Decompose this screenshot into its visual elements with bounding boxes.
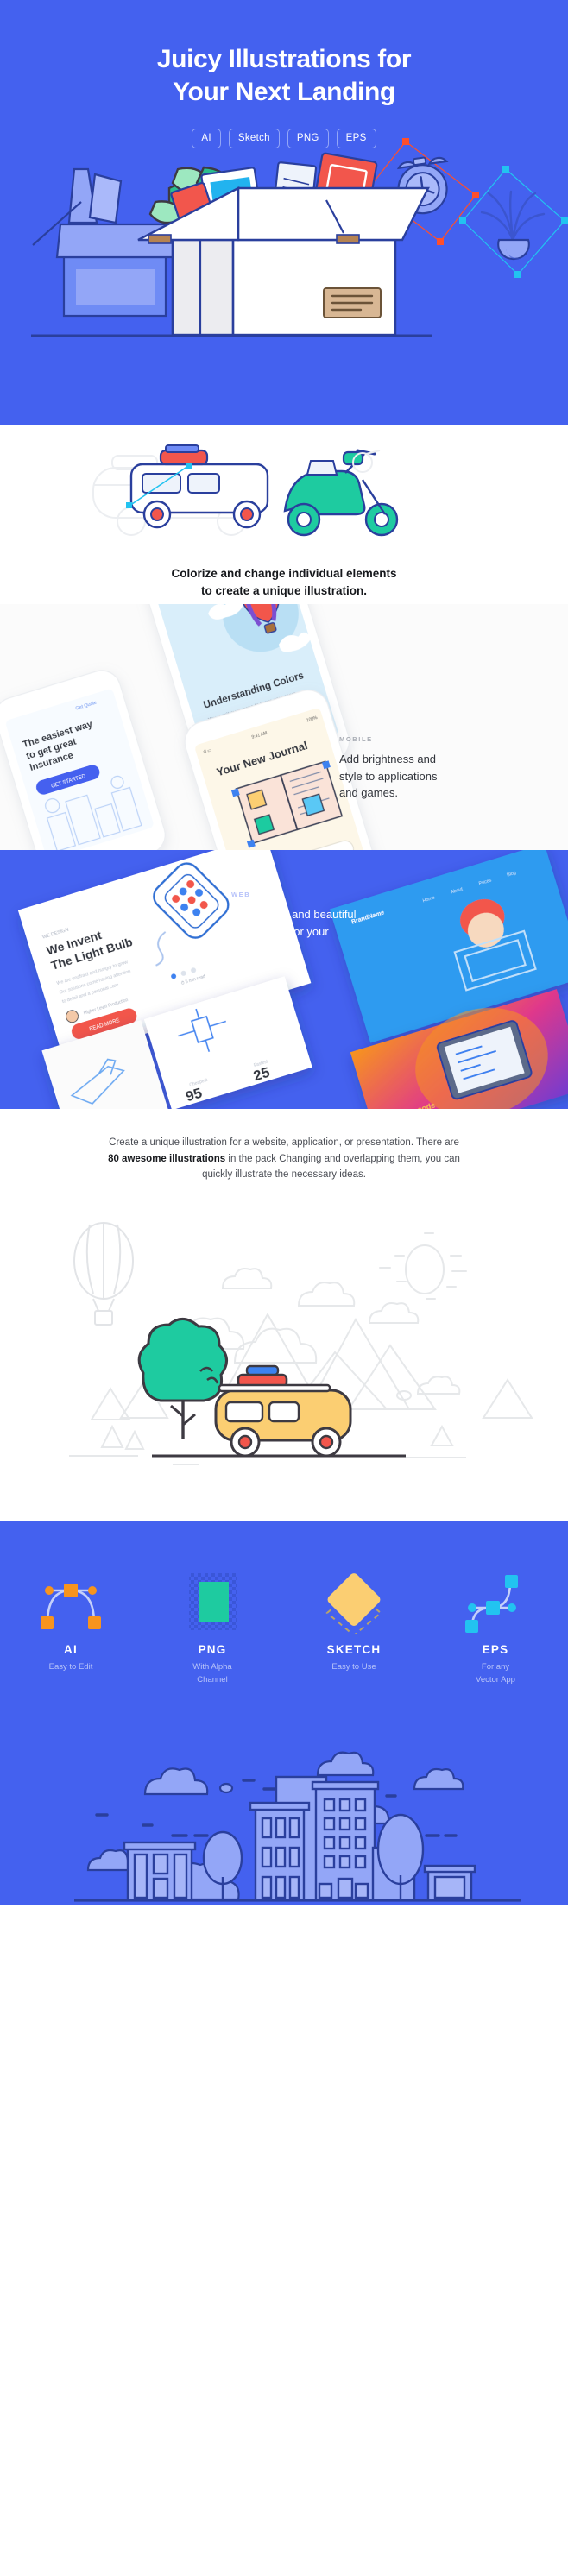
web-eyebrow: WEB	[231, 891, 251, 898]
paragraph-part-2: in the pack Changing and overlapping the…	[202, 1153, 460, 1181]
hero-title-line-2: Your Next Landing	[173, 78, 395, 107]
mobile-blurb-line-2: style to applications	[339, 769, 438, 783]
mobile-eyebrow: MOBILE	[339, 735, 373, 743]
paragraph-part-1: Create a unique illustration for a websi…	[109, 1137, 459, 1148]
formats-section: AI Easy to Edit PNG With Alpha Channel S…	[0, 1521, 568, 1905]
mobile-copy-block: MOBILE Add brightness and style to appli…	[339, 735, 495, 802]
web-blurb-line-2: illustrations for your	[231, 924, 329, 938]
hero-section: Juicy Illustrations for Your Next Landin…	[0, 0, 568, 425]
phone-insurance: Get Quote The easiest way to get great i…	[0, 670, 166, 850]
format-list: AI Easy to Edit PNG With Alpha Channel S…	[0, 1521, 568, 1686]
format-sub-png: With Alpha Channel	[192, 1662, 232, 1685]
van-caption-line-1: Colorize and change individual elements	[171, 567, 397, 580]
mobile-blurb-line-1: Add brightness and	[339, 753, 437, 765]
open-box-illustration	[31, 138, 568, 337]
ghost-sun	[379, 1232, 467, 1300]
format-name-sketch: SKETCH	[326, 1643, 382, 1656]
web-blurb-line-3: website.	[231, 942, 273, 954]
web-blurb-line-1: Make clean and beautiful	[231, 908, 357, 921]
van-scooter-illustration	[92, 444, 399, 537]
mobile-mockups: Get Quote The easiest way to get great i…	[0, 604, 381, 850]
format-name-eps: EPS	[482, 1643, 509, 1656]
diamond-shape-icon	[283, 1568, 425, 1635]
landscape-paragraph: Create a unique illustration for a websi…	[107, 1109, 461, 1183]
promo-page: Juicy Illustrations for Your Next Landin…	[0, 0, 568, 1905]
city-skyline-illustration	[74, 1751, 521, 1902]
format-item-ai[interactable]: AI Easy to Edit	[0, 1568, 142, 1686]
web-blurb: Make clean and beautiful illustrations f…	[231, 906, 421, 957]
hot-air-balloon-outline	[73, 1222, 134, 1326]
van-section: Colorize and change individual elements …	[0, 425, 568, 604]
web-mockups: WE DESIGN We Invent The Light Bulb We ar…	[17, 850, 568, 1109]
scooter-icon	[283, 449, 399, 537]
format-sub-eps: For any Vector App	[476, 1662, 515, 1685]
yellow-van-icon	[214, 1364, 352, 1458]
mobile-blurb-line-3: and games.	[339, 786, 398, 799]
plant-selection-box	[459, 166, 568, 278]
mobile-blurb: Add brightness and style to applications…	[339, 751, 495, 802]
bezier-curve-icon	[0, 1568, 142, 1635]
mobile-section: Get Quote The easiest way to get great i…	[0, 604, 568, 850]
page-title: Juicy Illustrations for Your Next Landin…	[0, 0, 568, 110]
format-sub-ai: Easy to Edit	[48, 1662, 93, 1672]
web-section: WE DESIGN We Invent The Light Bulb We ar…	[0, 850, 568, 1109]
web-copy-block: WEB Make clean and beautiful illustratio…	[231, 891, 421, 957]
landscape-illustration	[69, 1222, 533, 1465]
format-name-ai: AI	[64, 1643, 78, 1656]
format-name-png: PNG	[198, 1643, 227, 1656]
format-sub-sketch: Easy to Use	[331, 1662, 376, 1672]
vector-path-icon	[425, 1568, 566, 1635]
format-item-png[interactable]: PNG With Alpha Channel	[142, 1568, 283, 1686]
hero-title-line-1: Juicy Illustrations for	[156, 45, 412, 73]
paragraph-highlight: 80 awesome illustrations	[108, 1153, 226, 1164]
tree-icon	[137, 1318, 228, 1439]
van-icon	[126, 444, 269, 529]
alpha-channel-icon	[142, 1568, 283, 1635]
format-item-sketch[interactable]: SKETCH Easy to Use	[283, 1568, 425, 1686]
van-caption: Colorize and change individual elements …	[0, 551, 568, 601]
format-item-eps[interactable]: EPS For any Vector App	[425, 1568, 566, 1686]
van-caption-line-2: to create a unique illustration.	[200, 584, 368, 598]
landscape-section: Create a unique illustration for a websi…	[0, 1109, 568, 1521]
